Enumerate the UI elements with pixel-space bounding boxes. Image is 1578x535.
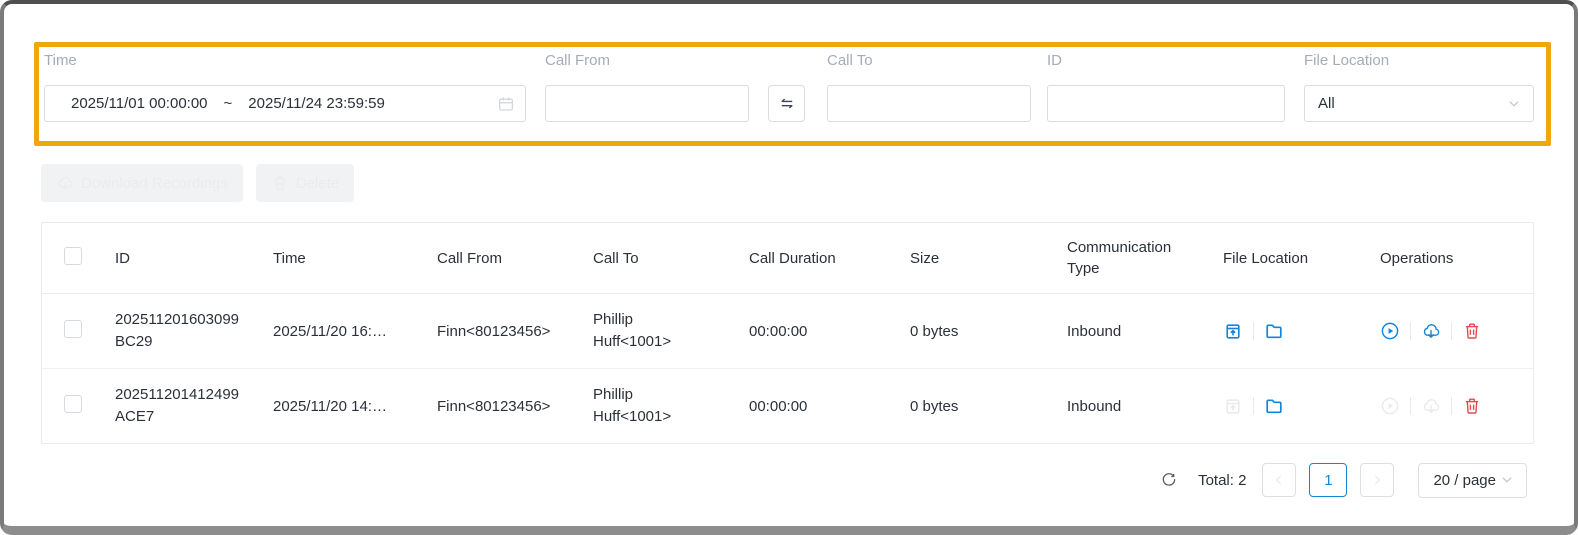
column-header-call-to: Call To [576,250,732,267]
id-filter-group: ID [1047,52,1285,122]
recordings-table: ID Time Call From Call To Call Duration … [41,222,1534,444]
call-duration-value: 00:00:00 [732,323,893,340]
divider [1253,322,1254,340]
recording-time: 2025/11/20 14:… [256,398,420,415]
toolbar: Download Recordings Delete [41,164,354,202]
recording-time: 2025/11/20 16:… [256,323,420,340]
download-recordings-button: Download Recordings [41,164,243,202]
time-range-separator: ~ [224,95,233,112]
prev-page-button [1262,463,1296,497]
column-header-id: ID [98,250,256,267]
communication-type-value: Inbound [1050,323,1206,340]
table-row: 202511201603099BC29 2025/11/20 16:… Finn… [42,294,1533,368]
column-header-call-from: Call From [420,250,576,267]
delete-button: Delete [256,164,354,202]
next-page-button [1360,463,1394,497]
swap-call-from-to-button[interactable] [768,85,805,122]
file-location-label: File Location [1304,52,1534,70]
recording-id: 202511201603099BC29 [115,309,240,353]
current-page-button[interactable]: 1 [1309,463,1347,497]
call-from-input[interactable] [545,85,749,122]
page-size-value: 20 / page [1433,472,1496,489]
chevron-left-icon [1270,471,1288,489]
divider [1410,322,1411,340]
call-to-value: Phillip Huff<1001> [593,384,693,428]
column-header-operations: Operations [1363,250,1533,267]
file-location-selected-value: All [1318,95,1335,112]
call-to-label: Call To [827,52,1031,70]
call-from-filter-group: Call From [545,52,749,122]
folder-icon[interactable] [1264,396,1284,416]
chevron-down-icon [1498,471,1516,489]
column-header-time: Time [256,250,420,267]
download-icon [1421,396,1441,416]
column-header-communication-type: Communication Type [1067,237,1177,279]
call-from-label: Call From [545,52,749,70]
file-location-filter-group: File Location All [1304,52,1534,122]
column-header-call-duration: Call Duration [732,250,893,267]
time-filter-label: Time [44,52,526,70]
pagination-bar: Total: 2 1 20 / page [1160,462,1527,498]
delete-button-label: Delete [296,175,339,192]
play-icon [1380,396,1400,416]
refresh-icon [1160,471,1178,489]
delete-icon[interactable] [1462,321,1482,341]
local-storage-icon[interactable] [1223,321,1243,341]
delete-icon[interactable] [1462,396,1482,416]
file-location-select[interactable]: All [1304,85,1534,122]
play-icon[interactable] [1380,321,1400,341]
call-duration-value: 00:00:00 [732,398,893,415]
calendar-icon[interactable] [497,95,515,113]
table-header-row: ID Time Call From Call To Call Duration … [42,223,1533,294]
chevron-down-icon [1505,95,1523,113]
column-header-size: Size [893,250,1050,267]
cloud-download-icon [56,174,74,192]
time-range-end[interactable]: 2025/11/24 23:59:59 [248,95,385,112]
size-value: 0 bytes [893,398,1050,415]
communication-type-value: Inbound [1050,398,1206,415]
local-storage-icon [1223,396,1243,416]
select-all-checkbox[interactable] [64,247,82,265]
id-filter-label: ID [1047,52,1285,70]
recording-files-page: Time 2025/11/01 00:00:00 ~ 2025/11/24 23… [0,0,1578,535]
call-from-value: Finn<80123456> [420,323,576,340]
id-filter-input[interactable] [1047,85,1285,122]
call-to-filter-group: Call To [827,52,1031,122]
row-checkbox[interactable] [64,320,82,338]
call-from-value: Finn<80123456> [420,398,576,415]
time-filter-group: Time 2025/11/01 00:00:00 ~ 2025/11/24 23… [44,52,526,122]
total-count: Total: 2 [1198,472,1246,489]
download-icon[interactable] [1421,321,1441,341]
row-checkbox[interactable] [64,395,82,413]
call-to-value: Phillip Huff<1001> [593,309,693,353]
table-row: 202511201412499ACE7 2025/11/20 14:… Finn… [42,368,1533,443]
download-recordings-label: Download Recordings [81,175,228,192]
divider [1253,397,1254,415]
trash-icon [271,174,289,192]
column-header-file-location: File Location [1206,250,1363,267]
time-range-start[interactable]: 2025/11/01 00:00:00 [71,95,208,112]
folder-icon[interactable] [1264,321,1284,341]
swap-icon [778,95,796,113]
time-range-picker[interactable]: 2025/11/01 00:00:00 ~ 2025/11/24 23:59:5… [44,85,526,122]
chevron-right-icon [1368,471,1386,489]
page-size-select[interactable]: 20 / page [1418,463,1527,498]
divider [1410,397,1411,415]
size-value: 0 bytes [893,323,1050,340]
refresh-button[interactable] [1160,471,1178,489]
divider [1451,397,1452,415]
call-to-input[interactable] [827,85,1031,122]
divider [1451,322,1452,340]
recording-id: 202511201412499ACE7 [115,384,240,428]
